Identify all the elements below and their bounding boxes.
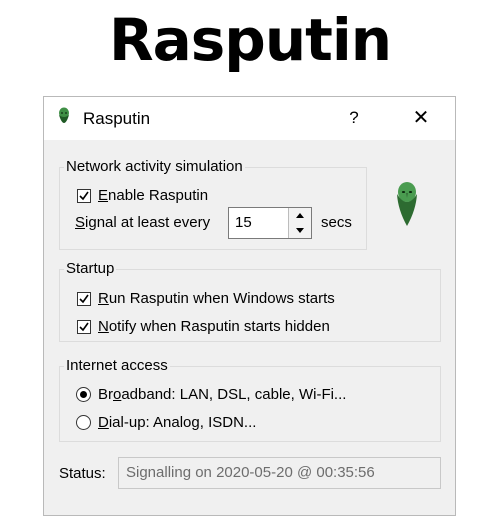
enable-rasputin-checkbox[interactable]: Enable Rasputin	[77, 187, 208, 204]
close-button[interactable]: ✕	[404, 105, 438, 131]
triangle-up-icon	[296, 213, 304, 218]
dialup-radio[interactable]: Dial-up: Analog, ISDN...	[76, 414, 256, 431]
run-at-startup-label: Run Rasputin when Windows starts	[98, 290, 335, 307]
spin-up-button[interactable]	[289, 208, 311, 224]
status-label: Status:	[59, 465, 106, 482]
enable-rasputin-label: Enable Rasputin	[98, 187, 209, 204]
dialup-label: Dial-up: Analog, ISDN...	[98, 414, 257, 431]
rasputin-portrait-icon	[59, 107, 69, 123]
signal-interval-spinner[interactable]: 15	[228, 207, 312, 239]
run-at-startup-checkbox[interactable]: Run Rasputin when Windows starts	[77, 290, 335, 307]
signal-label: Signal at least every	[75, 214, 211, 231]
internet-group-label: Internet access	[64, 357, 170, 374]
checkbox-box[interactable]	[77, 188, 91, 203]
title-bar[interactable]: Rasputin ? ✕	[44, 97, 455, 140]
spinner-buttons	[288, 208, 311, 238]
checkmark-icon	[79, 294, 89, 303]
broadband-radio[interactable]: Broadband: LAN, DSL, cable, Wi-Fi...	[76, 386, 346, 403]
notify-hidden-label: Notify when Rasputin starts hidden	[98, 318, 330, 335]
checkbox-box[interactable]	[77, 291, 91, 306]
banner-title: Rasputin	[108, 6, 392, 74]
signal-unit-label: secs	[321, 214, 352, 231]
signal-interval-value[interactable]: 15	[235, 214, 252, 231]
checkbox-box[interactable]	[77, 319, 91, 334]
checkmark-icon	[79, 322, 89, 331]
triangle-down-icon	[296, 228, 304, 233]
notify-hidden-checkbox[interactable]: Notify when Rasputin starts hidden	[77, 318, 330, 335]
checkmark-icon	[79, 191, 89, 200]
network-group-label: Network activity simulation	[64, 158, 245, 175]
window-title: Rasputin	[83, 109, 151, 128]
startup-group-label: Startup	[64, 260, 117, 277]
spin-down-button[interactable]	[289, 223, 311, 238]
status-field: Signalling on 2020-05-20 @ 00:35:56	[118, 457, 441, 489]
rasputin-portrait-icon	[397, 182, 417, 226]
radio-selected[interactable]	[76, 387, 91, 402]
broadband-label: Broadband: LAN, DSL, cable, Wi-Fi...	[98, 386, 347, 403]
help-button[interactable]: ?	[340, 105, 368, 131]
radio-unselected[interactable]	[76, 415, 91, 430]
network-group	[59, 167, 367, 250]
